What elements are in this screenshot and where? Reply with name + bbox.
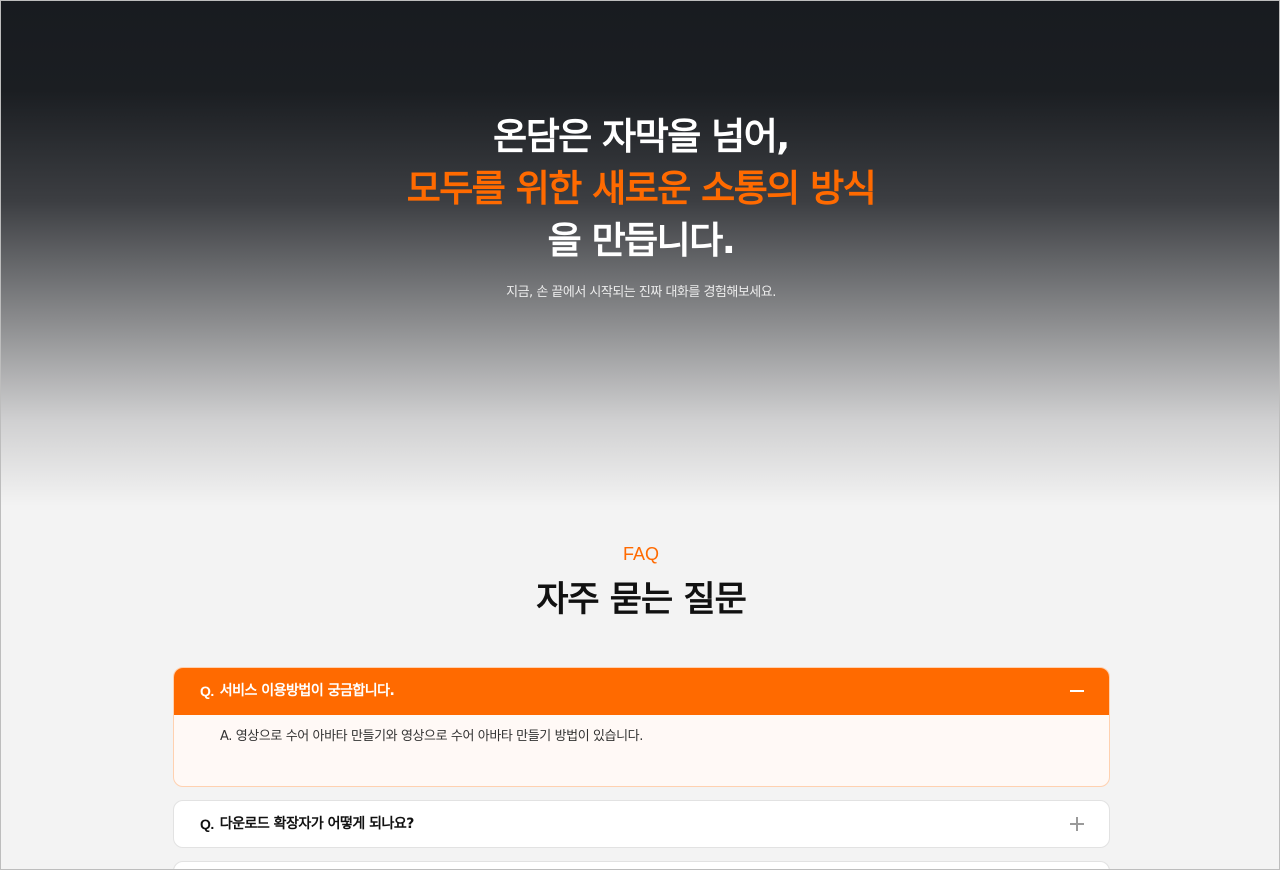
hero-subtitle: 지금, 손 끝에서 시작되는 진짜 대화를 경험해보세요. [506,285,776,300]
faq-question-prefix: Q. [200,683,214,699]
hero-section: 온담은 자막을 넘어, 모두를 위한 새로운 소통의 방식 을 만듭니다. 지금… [1,1,1279,521]
hero-headline-highlight: 모두를 위한 새로운 소통의 방식 [406,167,877,210]
hero-headline-line1: 온담은 자막을 넘어, [493,115,790,158]
faq-title: 자주 묻는 질문 [536,580,747,620]
faq-question-toggle[interactable]: Q. 다운로드 확장자가 어떻게 되나요? [174,801,1109,847]
faq-question-text: 다운로드 확장자가 어떻게 되나요? [219,816,415,832]
hero-headline-line3: 을 만듭니다. [547,219,736,262]
faq-item: Q. 다운로드 확장자가 어떻게 되나요? [173,800,1110,848]
minus-icon[interactable] [1070,684,1084,698]
page-frame: 온담은 자막을 넘어, 모두를 위한 새로운 소통의 방식 을 만듭니다. 지금… [0,0,1280,870]
faq-item: Q. 서비스 이용방법이 궁금합니다. A. 영상으로 수어 아바타 만들기와 … [173,667,1110,787]
faq-question-prefix: Q. [200,816,214,832]
faq-question-toggle[interactable]: Q. 서비스 이용방법이 궁금합니다. [174,668,1109,715]
faq-question-text: 서비스 이용방법이 궁금합니다. [219,683,395,699]
faq-item-partial[interactable] [173,861,1110,869]
faq-answer-text: A. 영상으로 수어 아바타 만들기와 영상으로 수어 아바타 만들기 방법이 … [220,729,643,744]
faq-eyebrow: FAQ [622,544,659,564]
plus-icon[interactable] [1070,817,1084,831]
